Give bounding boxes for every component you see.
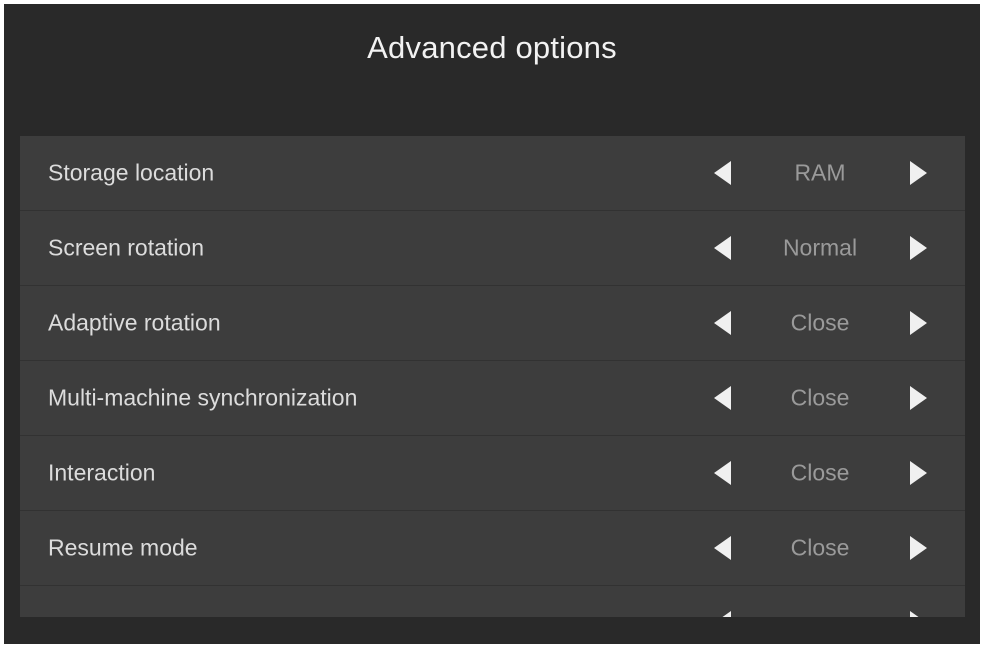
options-list[interactable]: Storage location RAM Screen rotation Nor… <box>20 136 965 617</box>
next-value-icon[interactable] <box>910 311 927 335</box>
next-value-icon[interactable] <box>910 461 927 485</box>
previous-value-icon[interactable] <box>714 386 731 410</box>
option-row-partially-visible[interactable] <box>20 586 965 617</box>
previous-value-icon[interactable] <box>714 311 731 335</box>
screen: Advanced options Storage location RAM Sc… <box>4 4 980 644</box>
previous-value-icon[interactable] <box>714 161 731 185</box>
option-row-screen-rotation[interactable]: Screen rotation Normal <box>20 211 965 286</box>
option-row-resume-mode[interactable]: Resume mode Close <box>20 511 965 586</box>
option-value: Close <box>790 459 850 486</box>
option-value: Close <box>790 384 850 411</box>
option-label: Storage location <box>48 159 215 186</box>
next-value-icon[interactable] <box>910 611 927 617</box>
next-value-icon[interactable] <box>910 536 927 560</box>
next-value-icon[interactable] <box>910 236 927 260</box>
option-label: Adaptive rotation <box>48 309 221 336</box>
option-row-multi-machine-synchronization[interactable]: Multi-machine synchronization Close <box>20 361 965 436</box>
option-value: Close <box>790 534 850 561</box>
option-label: Interaction <box>48 459 156 486</box>
option-row-storage-location[interactable]: Storage location RAM <box>20 136 965 211</box>
option-value: RAM <box>794 159 846 186</box>
next-value-icon[interactable] <box>910 386 927 410</box>
option-value: Normal <box>782 234 858 261</box>
option-value: Close <box>790 309 850 336</box>
option-row-interaction[interactable]: Interaction Close <box>20 436 965 511</box>
next-value-icon[interactable] <box>910 161 927 185</box>
option-label: Multi-machine synchronization <box>48 384 358 411</box>
page-title: Advanced options <box>367 30 617 65</box>
previous-value-icon[interactable] <box>714 536 731 560</box>
option-label: Resume mode <box>48 534 198 561</box>
previous-value-icon[interactable] <box>714 461 731 485</box>
previous-value-icon[interactable] <box>714 236 731 260</box>
option-row-adaptive-rotation[interactable]: Adaptive rotation Close <box>20 286 965 361</box>
previous-value-icon[interactable] <box>714 611 731 617</box>
option-label: Screen rotation <box>48 234 204 261</box>
